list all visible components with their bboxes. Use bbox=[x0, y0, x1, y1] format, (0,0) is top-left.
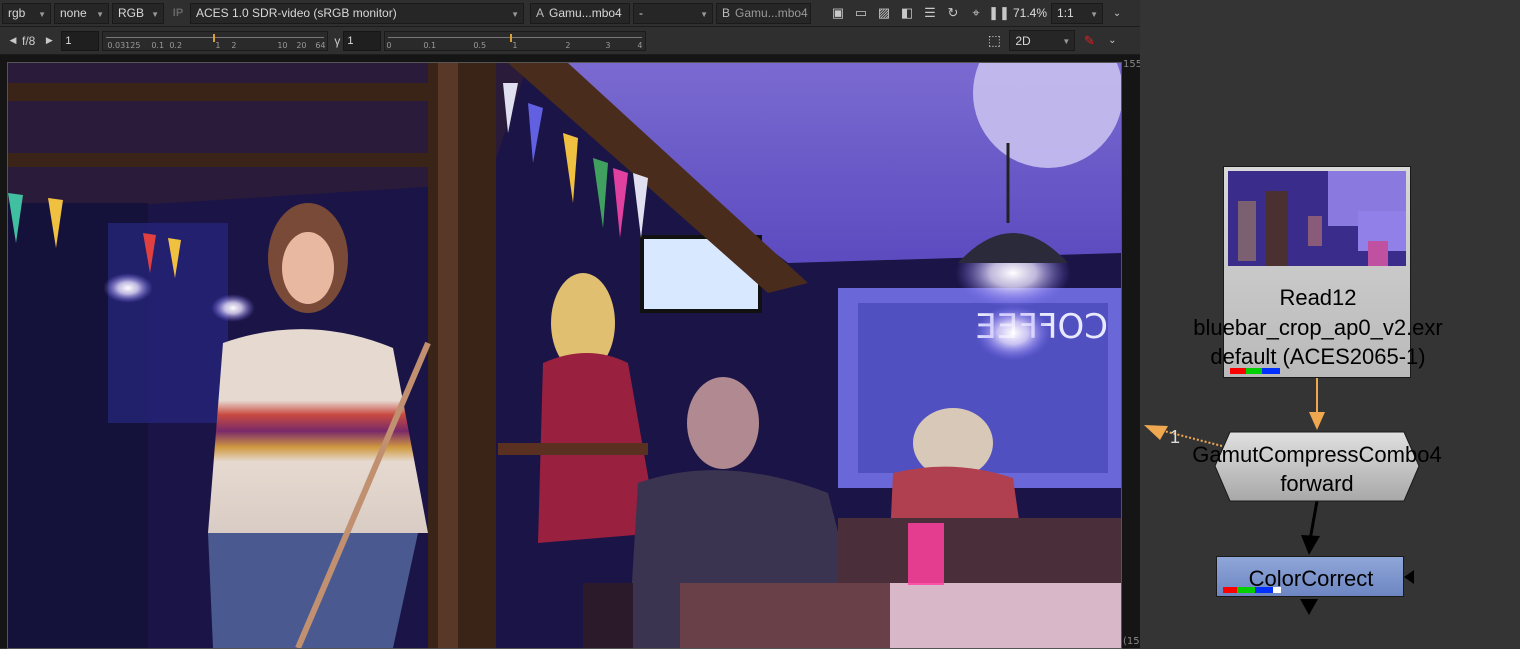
viewer-panel: rgb ▼ none ▼ RGB ▼ IP ACES 1.0 SDR-video (s… bbox=[0, 0, 1142, 649]
fstop-label: f/8 bbox=[22, 33, 36, 48]
gain-tick: 0.1 bbox=[151, 40, 165, 50]
viewer-image-area[interactable]: COFFEE bbox=[0, 55, 1142, 649]
gain-input[interactable]: 1 bbox=[61, 30, 100, 51]
composite-dropdown[interactable]: - ▼ bbox=[633, 2, 713, 24]
gain-tick: 0.2 bbox=[169, 40, 183, 50]
pipe-arrow-icon bbox=[1301, 535, 1320, 555]
viewer-toolbar-top: rgb ▼ none ▼ RGB ▼ IP ACES 1.0 SDR-video (s… bbox=[0, 0, 1140, 27]
channel-red-indicator bbox=[1223, 587, 1237, 593]
gamma-tick: 1 bbox=[512, 40, 518, 50]
gain-tick: 0.03125 bbox=[107, 40, 141, 50]
viewer-toolbar-bottom: ◀ f/8 ▶ 1 0.03125 0.1 0.2 1 2 10 20 64 γ… bbox=[0, 27, 1140, 55]
input-a-dropdown[interactable]: A Gamu...mbo4 bbox=[530, 2, 630, 24]
pause-icon[interactable]: ❚❚ bbox=[988, 4, 1010, 22]
read-node[interactable]: Read12 bluebar_crop_ap0_v2.exr default (… bbox=[1193, 166, 1443, 378]
pipe-gamut-to-cc[interactable] bbox=[1308, 500, 1319, 541]
roi-icon[interactable]: ▣ bbox=[829, 4, 847, 22]
dotted-pipe-arrow-icon bbox=[1144, 425, 1168, 440]
thumbnail-preview bbox=[1228, 171, 1406, 266]
gamut-compress-node[interactable]: GamutCompressCombo4 forward bbox=[1192, 432, 1441, 501]
channel-green-indicator bbox=[1237, 587, 1255, 593]
read-node-file: bluebar_crop_ap0_v2.exr bbox=[1193, 315, 1443, 340]
gain-tick: 20 bbox=[296, 40, 307, 50]
channel-blue-indicator bbox=[1262, 368, 1280, 374]
channel-green-indicator bbox=[1246, 368, 1262, 374]
gamma-tick: 0.1 bbox=[423, 40, 437, 50]
gamut-node-direction: forward bbox=[1280, 471, 1354, 496]
region-select-icon[interactable]: ⬚ bbox=[985, 32, 1003, 50]
channel-blue-indicator bbox=[1255, 587, 1273, 593]
gamma-label: γ bbox=[334, 33, 341, 48]
safe-area-icon[interactable]: ▭ bbox=[852, 4, 870, 22]
display-channels-dropdown[interactable]: RGB ▼ bbox=[112, 2, 164, 24]
fstop-decrease-icon[interactable]: ◀ bbox=[4, 32, 22, 50]
input-number-label: 1 bbox=[1170, 427, 1181, 447]
lines-icon[interactable]: ☰ bbox=[921, 4, 939, 22]
read-node-name: Read12 bbox=[1279, 285, 1357, 310]
paint-brush-icon[interactable]: ✎ bbox=[1080, 32, 1098, 50]
read-node-thumbnail bbox=[1228, 171, 1406, 266]
gain-tick: 2 bbox=[231, 40, 237, 50]
clipping-warning-icon[interactable]: ▨ bbox=[875, 4, 893, 22]
gain-tick: 1 bbox=[215, 40, 221, 50]
gamma-tick: 4 bbox=[637, 40, 643, 50]
mask-dropdown[interactable]: none ▼ bbox=[54, 2, 109, 24]
channel-red-indicator bbox=[1230, 368, 1246, 374]
overlay-icon[interactable]: ◧ bbox=[898, 4, 916, 22]
pipe-arrow-icon bbox=[1309, 412, 1325, 430]
gamma-slider-track bbox=[388, 36, 643, 38]
channels-dropdown[interactable]: rgb ▼ bbox=[2, 2, 51, 24]
gamut-node-name: GamutCompressCombo4 bbox=[1192, 442, 1442, 467]
read-node-colorspace: default (ACES2065-1) bbox=[1210, 344, 1426, 369]
input-b-dropdown[interactable]: B Gamu...mbo4 bbox=[716, 2, 811, 24]
mask-input-arrow-icon bbox=[1404, 570, 1414, 584]
zoom-readout[interactable]: 71.4% bbox=[1013, 6, 1047, 20]
gamma-tick: 0.5 bbox=[473, 40, 487, 50]
gain-tick: 10 bbox=[277, 40, 288, 50]
fstop-increase-icon[interactable]: ▶ bbox=[40, 32, 58, 50]
refresh-icon[interactable]: ↻ bbox=[944, 4, 962, 22]
input-process-toggle[interactable]: IP bbox=[169, 4, 187, 22]
gamma-tick: 2 bbox=[565, 40, 571, 50]
crosshair-icon[interactable]: ⌖ bbox=[967, 4, 985, 22]
gamma-slider[interactable]: 0 0.1 0.5 1 2 3 4 bbox=[384, 30, 647, 51]
format-origin-label: (15 bbox=[1123, 636, 1140, 647]
format-border bbox=[7, 62, 1122, 649]
chevron-down-icon[interactable]: ⌄ bbox=[1103, 32, 1121, 50]
chevron-down-icon[interactable]: ⌄ bbox=[1108, 4, 1126, 22]
output-arrow-icon bbox=[1300, 599, 1318, 615]
gain-slider-track bbox=[106, 36, 325, 38]
color-correct-node[interactable]: ColorCorrect bbox=[1216, 556, 1404, 597]
channel-alpha-indicator bbox=[1273, 587, 1281, 593]
view-mode-dropdown[interactable]: 2D ▼ bbox=[1009, 30, 1076, 51]
gain-tick: 64 bbox=[315, 40, 326, 50]
gamma-tick: 3 bbox=[605, 40, 611, 50]
gamma-input[interactable]: 1 bbox=[343, 30, 382, 51]
display-transform-dropdown[interactable]: ACES 1.0 SDR-video (sRGB monitor) ▼ bbox=[190, 2, 524, 24]
proxy-dropdown[interactable]: 1:1 ▼ bbox=[1051, 2, 1104, 24]
gain-slider[interactable]: 0.03125 0.1 0.2 1 2 10 20 64 bbox=[102, 30, 329, 51]
gamma-tick: 0 bbox=[386, 40, 392, 50]
